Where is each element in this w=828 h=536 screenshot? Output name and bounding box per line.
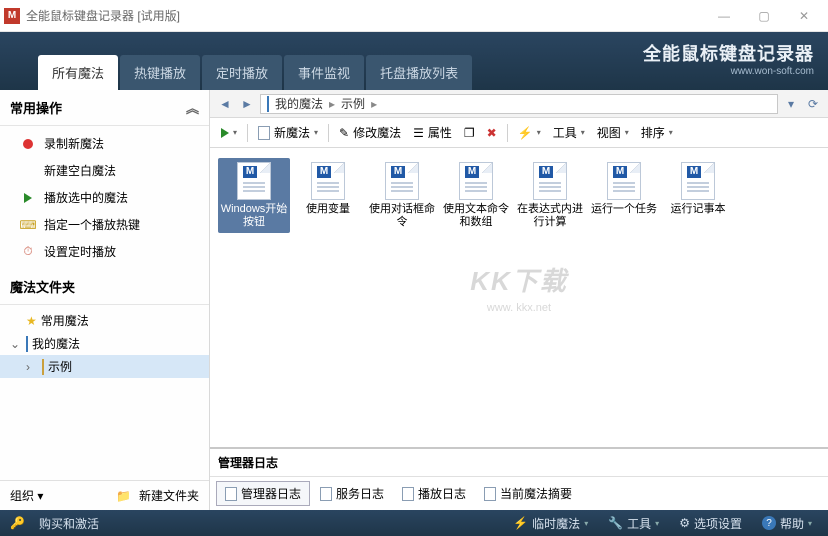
- expand-icon[interactable]: ›: [26, 360, 38, 374]
- file-item[interactable]: 在表达式内进行计算: [514, 158, 586, 233]
- star-icon: ★: [26, 314, 37, 328]
- edit-icon: ✎: [339, 126, 349, 140]
- file-item[interactable]: 使用对话框命令: [366, 158, 438, 233]
- keyboard-icon: ⌨: [20, 217, 36, 233]
- gear-icon: ⚙: [679, 516, 690, 530]
- key-icon: 🔑: [10, 516, 25, 530]
- dropdown-icon[interactable]: ▾: [782, 95, 800, 113]
- sidebar-item-assign-hotkey[interactable]: ⌨ 指定一个播放热键: [0, 211, 209, 238]
- breadcrumb[interactable]: 我的魔法 ▸ 示例 ▸: [260, 94, 778, 114]
- minimize-button[interactable]: —: [704, 2, 744, 30]
- file-name: 使用对话框命令: [368, 203, 436, 229]
- sidebar-item-set-timer[interactable]: ⏱ 设置定时播放: [0, 238, 209, 265]
- tree-node-examples[interactable]: › 示例: [0, 355, 209, 378]
- folders-header[interactable]: 魔法文件夹: [0, 269, 209, 305]
- page-icon: [402, 487, 414, 501]
- nav-fwd-icon[interactable]: ►: [238, 95, 256, 113]
- macro-file-icon: [607, 162, 641, 200]
- organize-button[interactable]: 组织 ▾: [10, 487, 43, 504]
- tab-event-monitor[interactable]: 事件监视: [284, 55, 364, 90]
- file-item[interactable]: Windows开始按钮: [218, 158, 290, 233]
- help-icon: ?: [762, 516, 776, 530]
- file-item[interactable]: 运行一个任务: [588, 158, 660, 233]
- brand-cn: 全能鼠标键盘记录器: [643, 40, 814, 66]
- tab-all-magic[interactable]: 所有魔法: [38, 55, 118, 90]
- sidebar-item-record[interactable]: 录制新魔法: [0, 130, 209, 157]
- file-item[interactable]: 使用文本命令和数组: [440, 158, 512, 233]
- tab-tray-playlist[interactable]: 托盘播放列表: [366, 55, 472, 90]
- footer-tools-button[interactable]: 🔧工具▾: [602, 513, 665, 534]
- bolt-icon: ⚡: [513, 516, 528, 530]
- macro-file-icon: [681, 162, 715, 200]
- temp-magic-button[interactable]: ⚡临时魔法▾: [507, 513, 594, 534]
- view-button[interactable]: 视图▾: [592, 121, 634, 144]
- clock-icon: ⏱: [20, 244, 36, 260]
- folder-icon: [42, 360, 44, 374]
- mydoc-icon: [26, 337, 28, 351]
- tools-button[interactable]: 工具▾: [548, 121, 590, 144]
- watermark: KK下载 www. kkx.net: [470, 260, 568, 313]
- macro-file-icon: [459, 162, 493, 200]
- mydoc-icon: [267, 97, 269, 111]
- file-name: 使用变量: [306, 203, 350, 216]
- properties-button[interactable]: ☰属性: [408, 121, 457, 144]
- common-ops-header[interactable]: 常用操作 ︽: [0, 90, 209, 126]
- new-folder-icon: 📁: [116, 489, 131, 503]
- help-button[interactable]: ?帮助▾: [756, 513, 818, 534]
- collapse-icon: ︽: [186, 98, 199, 117]
- expand-icon[interactable]: ⌄: [10, 337, 22, 351]
- sidebar-item-play-selected[interactable]: 播放选中的魔法: [0, 184, 209, 211]
- log-tab-manager[interactable]: 管理器日志: [216, 481, 310, 506]
- edit-magic-button[interactable]: ✎修改魔法: [334, 121, 406, 144]
- file-name: 使用文本命令和数组: [442, 203, 510, 229]
- copy-icon: ❐: [464, 126, 475, 140]
- tab-hotkey-play[interactable]: 热键播放: [120, 55, 200, 90]
- page-icon: [258, 126, 270, 140]
- file-name: 在表达式内进行计算: [516, 203, 584, 229]
- file-item[interactable]: 运行记事本: [662, 158, 734, 233]
- props-icon: ☰: [413, 126, 424, 140]
- file-item[interactable]: 使用变量: [292, 158, 364, 233]
- file-name: 运行记事本: [671, 203, 726, 216]
- macro-file-icon: [237, 162, 271, 200]
- play-button[interactable]: ▾: [216, 125, 242, 141]
- play-icon: [20, 190, 36, 206]
- new-magic-button[interactable]: 新魔法▾: [253, 121, 323, 144]
- page-icon: [225, 487, 237, 501]
- macro-file-icon: [385, 162, 419, 200]
- tree-node-my-magic[interactable]: ⌄ 我的魔法: [0, 332, 209, 355]
- brand-en: www.won-soft.com: [643, 66, 814, 77]
- copy-button[interactable]: ❐: [459, 123, 480, 143]
- bolt-button[interactable]: ⚡▾: [513, 123, 546, 143]
- file-name: Windows开始按钮: [220, 203, 288, 229]
- tree-node-favorites[interactable]: ★ 常用魔法: [0, 309, 209, 332]
- tab-timed-play[interactable]: 定时播放: [202, 55, 282, 90]
- new-folder-button[interactable]: 新建文件夹: [139, 487, 199, 504]
- record-icon: [20, 136, 36, 152]
- options-button[interactable]: ⚙选项设置: [673, 513, 748, 534]
- log-tab-service[interactable]: 服务日志: [312, 481, 392, 506]
- close-button[interactable]: ✕: [784, 2, 824, 30]
- refresh-icon[interactable]: ⟳: [804, 95, 822, 113]
- app-icon: M: [4, 8, 20, 24]
- buy-activate-button[interactable]: 购买和激活: [33, 513, 105, 534]
- page-icon: [484, 487, 496, 501]
- wrench-icon: 🔧: [608, 516, 623, 530]
- sidebar-item-new-blank[interactable]: 新建空白魔法: [0, 157, 209, 184]
- delete-icon: ✖: [487, 126, 497, 140]
- file-name: 运行一个任务: [591, 203, 657, 216]
- sort-button[interactable]: 排序▾: [636, 121, 678, 144]
- delete-button[interactable]: ✖: [482, 123, 502, 143]
- bolt-icon: ⚡: [518, 126, 533, 140]
- log-panel-title: 管理器日志: [210, 449, 828, 477]
- maximize-button[interactable]: ▢: [744, 2, 784, 30]
- page-icon: [320, 487, 332, 501]
- log-tab-play[interactable]: 播放日志: [394, 481, 474, 506]
- brand-block: 全能鼠标键盘记录器 www.won-soft.com: [643, 40, 814, 77]
- window-title: 全能鼠标键盘记录器 [试用版]: [26, 7, 180, 24]
- macro-file-icon: [311, 162, 345, 200]
- macro-file-icon: [533, 162, 567, 200]
- log-tab-summary[interactable]: 当前魔法摘要: [476, 481, 580, 506]
- nav-back-icon[interactable]: ◄: [216, 95, 234, 113]
